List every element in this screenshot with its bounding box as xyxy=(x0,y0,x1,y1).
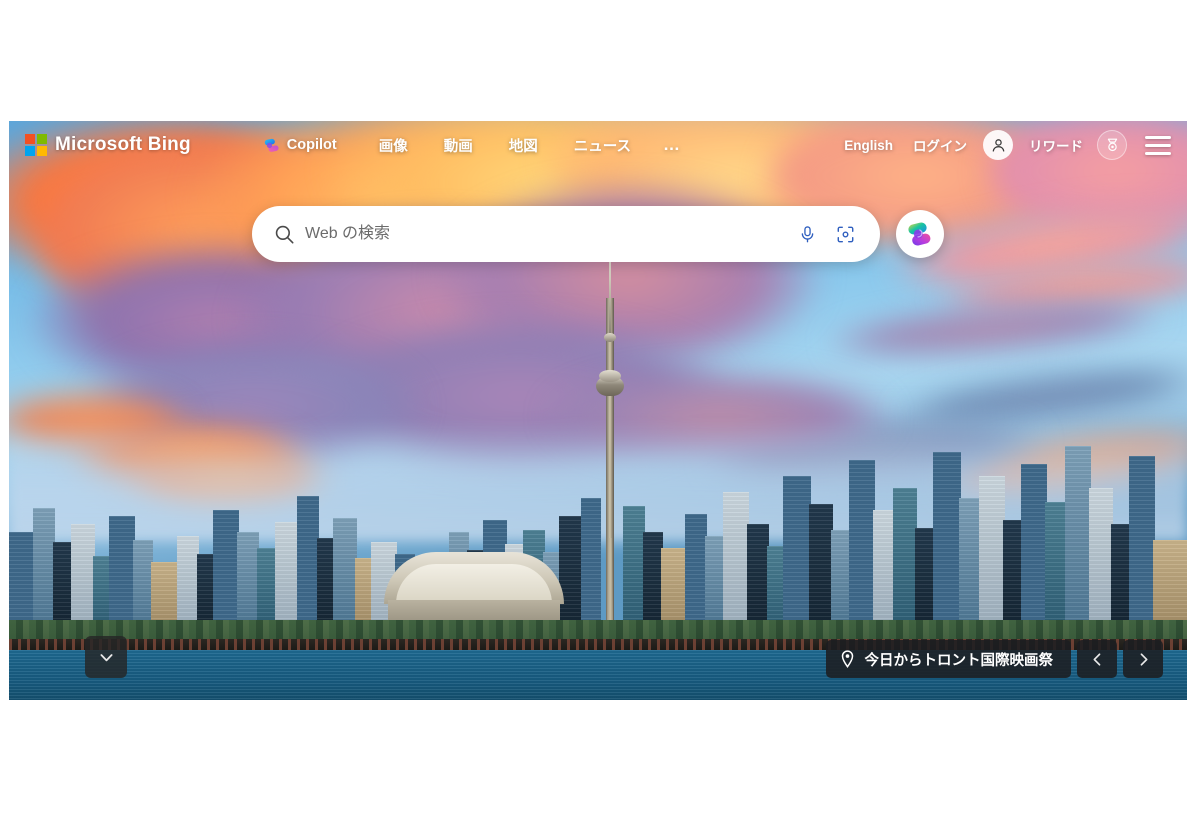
building xyxy=(1129,456,1155,628)
nav-item-videos[interactable]: 動画 xyxy=(426,131,491,160)
building xyxy=(71,524,95,628)
search-input[interactable] xyxy=(305,206,790,262)
nav-overflow-more-button[interactable]: … xyxy=(649,131,696,159)
building xyxy=(237,532,259,628)
location-pin-icon xyxy=(841,650,853,668)
building xyxy=(959,498,981,628)
search-icon xyxy=(274,224,295,245)
caption-text: 今日からトロント国際映画祭 xyxy=(864,652,1054,669)
medal-icon xyxy=(1107,138,1117,151)
nav-label: 地図 xyxy=(508,138,538,155)
building xyxy=(723,492,749,628)
building xyxy=(53,542,73,628)
building xyxy=(783,476,811,628)
building xyxy=(33,508,55,628)
primary-nav: Copilot 画像 動画 地図 ニュース … xyxy=(263,131,696,160)
building xyxy=(1003,520,1023,628)
rewards-badge-button[interactable] xyxy=(1097,130,1127,160)
nav-item-images[interactable]: 画像 xyxy=(361,131,426,160)
building xyxy=(1089,488,1113,628)
nav-item-news[interactable]: ニュース xyxy=(556,131,649,160)
building xyxy=(661,548,687,628)
camera-visual-search-icon xyxy=(837,226,853,242)
building xyxy=(685,514,707,628)
building xyxy=(933,452,961,628)
building xyxy=(133,540,153,628)
chevron-right-icon xyxy=(1140,652,1147,666)
building xyxy=(109,516,135,628)
microphone-icon xyxy=(801,225,813,242)
scroll-down-button[interactable] xyxy=(85,636,127,678)
building xyxy=(1111,524,1131,628)
building xyxy=(873,510,895,628)
previous-image-button[interactable] xyxy=(1077,640,1117,678)
building xyxy=(151,562,179,628)
sign-in-link[interactable]: ログイン xyxy=(903,131,977,159)
language-selector[interactable]: English xyxy=(834,134,903,157)
hamburger-menu-icon[interactable] xyxy=(1145,135,1171,155)
rewards-link[interactable]: リワード xyxy=(1019,131,1093,159)
building xyxy=(915,528,935,628)
building xyxy=(1045,502,1067,628)
bing-homepage-viewport: Microsoft Bing Copilot 画像 動画 地図 ニュース … E… xyxy=(9,121,1187,700)
building xyxy=(1065,446,1091,628)
background-image-controls: 今日からトロント国際映画祭 xyxy=(825,640,1163,678)
voice-search-button[interactable] xyxy=(790,217,824,251)
building xyxy=(747,524,769,628)
building xyxy=(979,476,1005,628)
page-root: Microsoft Bing Copilot 画像 動画 地図 ニュース … E… xyxy=(0,0,1200,840)
building xyxy=(177,536,199,628)
brand-title: Microsoft Bing xyxy=(55,134,191,155)
next-image-button[interactable] xyxy=(1123,640,1163,678)
building xyxy=(1021,464,1047,628)
brand-area[interactable]: Microsoft Bing xyxy=(25,134,191,156)
building xyxy=(9,532,35,628)
nav-label: ニュース xyxy=(573,138,632,155)
header-right-actions: English ログイン リワード xyxy=(834,130,1171,160)
visual-search-button[interactable] xyxy=(828,217,862,251)
microsoft-logo-icon xyxy=(25,134,47,156)
chevron-down-icon xyxy=(99,653,113,661)
building xyxy=(849,460,875,628)
nav-label: 画像 xyxy=(378,138,408,155)
building xyxy=(213,510,239,628)
copilot-icon xyxy=(908,222,931,246)
building xyxy=(809,504,833,628)
search-area xyxy=(9,206,1187,262)
nav-item-copilot[interactable]: Copilot xyxy=(263,133,361,158)
building xyxy=(1153,540,1187,628)
building xyxy=(831,530,851,628)
nav-copilot-label: Copilot xyxy=(286,137,337,153)
building xyxy=(623,506,645,628)
account-avatar-button[interactable] xyxy=(983,130,1013,160)
building xyxy=(333,518,357,628)
search-box[interactable] xyxy=(252,206,880,262)
building xyxy=(257,548,277,628)
person-icon xyxy=(992,138,1004,152)
nav-item-maps[interactable]: 地図 xyxy=(491,131,556,160)
rogers-centre-dome xyxy=(384,552,564,628)
building xyxy=(705,536,725,628)
search-tools xyxy=(790,217,880,251)
copilot-icon xyxy=(264,138,279,152)
building xyxy=(893,488,917,628)
chevron-left-icon xyxy=(1093,652,1100,666)
building xyxy=(297,496,319,628)
building xyxy=(275,522,299,628)
copilot-launch-button[interactable] xyxy=(896,210,944,258)
cn-tower xyxy=(595,228,625,628)
site-header: Microsoft Bing Copilot 画像 動画 地図 ニュース … E… xyxy=(9,121,1187,169)
background-image-caption[interactable]: 今日からトロント国際映画祭 xyxy=(825,640,1071,678)
nav-label: 動画 xyxy=(443,138,473,155)
building xyxy=(643,532,663,628)
